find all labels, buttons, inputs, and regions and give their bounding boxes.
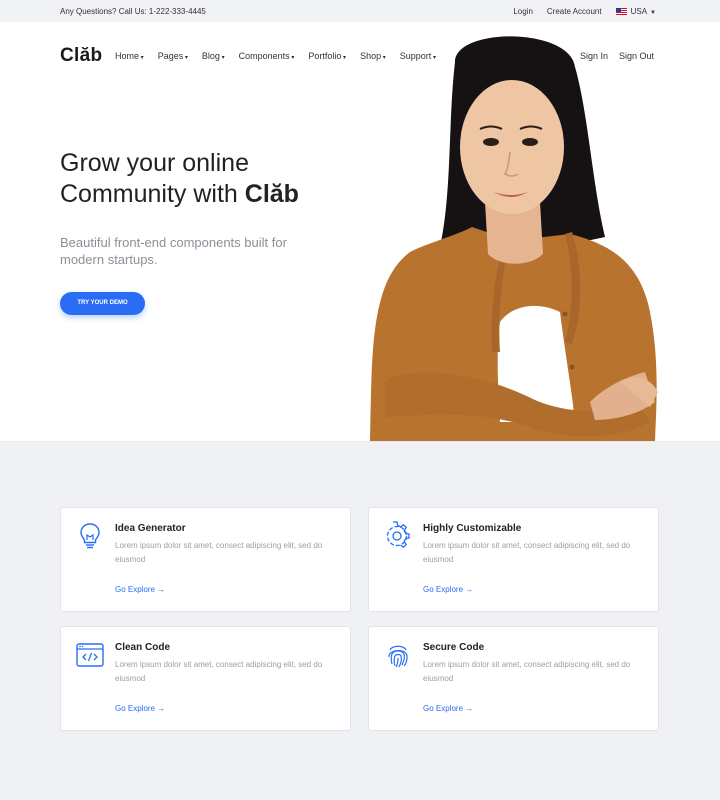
feature-card-clean-code: Clean Code Lorem ipsum dolor sit amet, c… [60,626,351,731]
top-bar: Any Questions? Call Us: 1-222-333-4445 L… [0,0,720,22]
feature-card-highly-customizable: Highly Customizable Lorem ipsum dolor si… [368,507,659,612]
go-explore-link[interactable]: Go Explore [115,585,165,594]
go-explore-link[interactable]: Go Explore [423,704,473,713]
lightbulb-icon [80,523,100,549]
country-selector[interactable]: USA ▼ [615,7,656,16]
contact-text: Any Questions? Call Us: 1-222-333-4445 [60,7,206,16]
code-window-icon [76,643,104,667]
feature-card-secure-code: Secure Code Lorem ipsum dolor sit amet, … [368,626,659,731]
country-label: USA [630,7,648,16]
feature-description: Lorem ipsum dolor sit amet, consect adip… [115,541,323,564]
go-explore-link[interactable]: Go Explore [115,704,165,713]
feature-description: Lorem ipsum dolor sit amet, consect adip… [423,660,631,683]
fingerprint-icon [388,645,408,668]
feature-description: Lorem ipsum dolor sit amet, consect adip… [115,660,323,683]
nav-blog[interactable]: Blog [202,51,225,61]
feature-title: Clean Code [115,642,171,653]
try-demo-button[interactable]: TRY YOUR DEMO [60,292,145,315]
feature-description: Lorem ipsum dolor sit amet, consect adip… [423,541,631,564]
gear-icon [386,521,410,549]
us-flag-icon [615,8,627,15]
hero-subheadline: Beautiful front-end components built for… [60,235,287,267]
login-link[interactable]: Login [513,7,533,16]
nav-home[interactable]: Home [115,51,144,61]
feature-title: Highly Customizable [423,523,522,534]
logo[interactable]: Clăb [60,45,102,67]
headline-brand: Clăb [244,180,299,208]
headline-line2-prefix: Community with [60,180,245,208]
feature-card-idea-generator: Idea Generator Lorem ipsum dolor sit ame… [60,507,351,612]
nav-components[interactable]: Components [239,51,295,61]
hero-person-image [370,36,658,441]
chevron-down-icon: ▼ [650,10,656,16]
go-explore-link[interactable]: Go Explore [423,585,473,594]
create-account-link[interactable]: Create Account [547,7,602,16]
feature-title: Secure Code [423,642,485,653]
feature-title: Idea Generator [115,523,186,534]
nav-pages[interactable]: Pages [158,51,188,61]
headline-line1: Grow your online [60,149,249,177]
nav-portfolio[interactable]: Portfolio [308,51,346,61]
features-section: Idea Generator Lorem ipsum dolor sit ame… [0,441,720,800]
hero-section: Clăb Home Pages Blog Components Portfoli… [0,22,720,441]
hero-headline: Grow your online Community with Clăb [60,148,360,210]
